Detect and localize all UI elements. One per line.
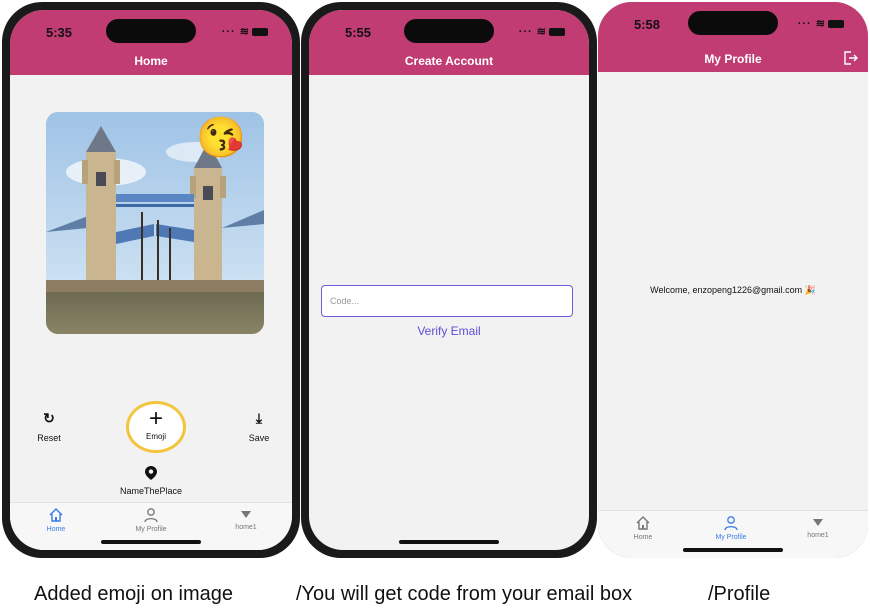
- page-title: Create Account: [404, 54, 494, 68]
- screenshot-stage: 5:35 ··· ≋ Home 😘 ↻ Reset + Emoji ⤓ Save…: [0, 0, 870, 612]
- create-account-header: 5:55 ··· ≋ Create Account: [309, 10, 589, 75]
- person-icon: [144, 508, 158, 523]
- caption-emoji: Added emoji on image: [34, 583, 234, 605]
- home-icon: [49, 508, 63, 522]
- tab-home[interactable]: Home: [16, 507, 96, 533]
- tab-my-profile-label: My Profile: [715, 534, 747, 541]
- tab-home-label: Home: [46, 526, 66, 533]
- status-icons: ··· ≋: [519, 25, 565, 38]
- code-input[interactable]: [321, 285, 573, 317]
- emoji-label: Emoji: [145, 432, 166, 441]
- create-account-screen: 5:55 ··· ≋ Create Account Verify Email: [309, 10, 589, 550]
- home-indicator: [101, 540, 201, 544]
- caption-code: /You will get code from your email box: [296, 583, 633, 605]
- dynamic-island: [404, 19, 494, 43]
- page-title: Home: [134, 54, 168, 68]
- battery-icon: [828, 20, 844, 29]
- reset-button[interactable]: ↻ Reset: [32, 410, 66, 443]
- tab-my-profile-label: My Profile: [135, 526, 167, 533]
- welcome-message: Welcome, enzopeng1226@gmail.com 🎉: [650, 285, 816, 295]
- battery-icon: [252, 28, 268, 37]
- place-label: NameThePlace: [119, 486, 183, 496]
- tab-home[interactable]: Home: [603, 515, 683, 541]
- tower-bridge-photo: 😘: [46, 112, 264, 334]
- tab-home1[interactable]: home1: [206, 507, 286, 531]
- verify-email-button[interactable]: Verify Email: [309, 324, 589, 338]
- status-icons: ··· ≋: [222, 25, 268, 38]
- tab-bar: Home My Profile home1: [10, 502, 292, 550]
- kiss-emoji-sticker[interactable]: 😘: [196, 118, 246, 158]
- logout-icon[interactable]: [842, 50, 858, 66]
- status-time: 5:55: [345, 25, 372, 40]
- status-time: 5:35: [46, 25, 73, 40]
- tab-home1-label: home1: [235, 524, 257, 531]
- tab-home-label: Home: [633, 534, 653, 541]
- plus-icon: +: [148, 405, 163, 432]
- home-header: 5:35 ··· ≋ Home: [10, 10, 292, 75]
- phone-home: 5:35 ··· ≋ Home 😘 ↻ Reset + Emoji ⤓ Save…: [2, 2, 300, 558]
- save-button[interactable]: ⤓ Save: [242, 410, 276, 443]
- download-icon: ⤓: [255, 410, 263, 426]
- tab-my-profile[interactable]: My Profile: [111, 507, 191, 533]
- caption-profile: /Profile: [708, 583, 771, 605]
- status-icons: ··· ≋: [798, 17, 844, 30]
- person-icon: [724, 516, 738, 531]
- dynamic-island: [688, 11, 778, 35]
- home-screen: 5:35 ··· ≋ Home 😘 ↻ Reset + Emoji ⤓ Save…: [10, 10, 292, 550]
- phone-my-profile: 5:58 ··· ≋ My Profile Welcome, enzopeng1…: [598, 2, 868, 558]
- tab-my-profile[interactable]: My Profile: [691, 515, 771, 541]
- place-name[interactable]: NameThePlace: [10, 466, 292, 496]
- location-pin-icon: [145, 466, 157, 480]
- save-label: Save: [248, 433, 270, 443]
- reset-label: Reset: [37, 433, 61, 443]
- home-indicator: [399, 540, 499, 544]
- refresh-icon: ↻: [43, 410, 55, 426]
- my-profile-header: 5:58 ··· ≋ My Profile: [598, 2, 868, 72]
- emoji-button[interactable]: + Emoji: [126, 401, 186, 453]
- triangle-icon: [813, 519, 823, 526]
- tab-home1[interactable]: home1: [778, 515, 858, 539]
- triangle-icon: [241, 511, 251, 518]
- home-icon: [636, 516, 650, 530]
- dynamic-island: [106, 19, 196, 43]
- tab-bar: Home My Profile home1: [598, 510, 868, 558]
- status-time: 5:58: [634, 17, 661, 32]
- my-profile-screen: 5:58 ··· ≋ My Profile Welcome, enzopeng1…: [598, 2, 868, 558]
- page-title: My Profile: [704, 52, 762, 66]
- battery-icon: [549, 28, 565, 37]
- phone-create-account: 5:55 ··· ≋ Create Account Verify Email: [301, 2, 597, 558]
- home-indicator: [683, 548, 783, 552]
- tab-home1-label: home1: [807, 532, 829, 539]
